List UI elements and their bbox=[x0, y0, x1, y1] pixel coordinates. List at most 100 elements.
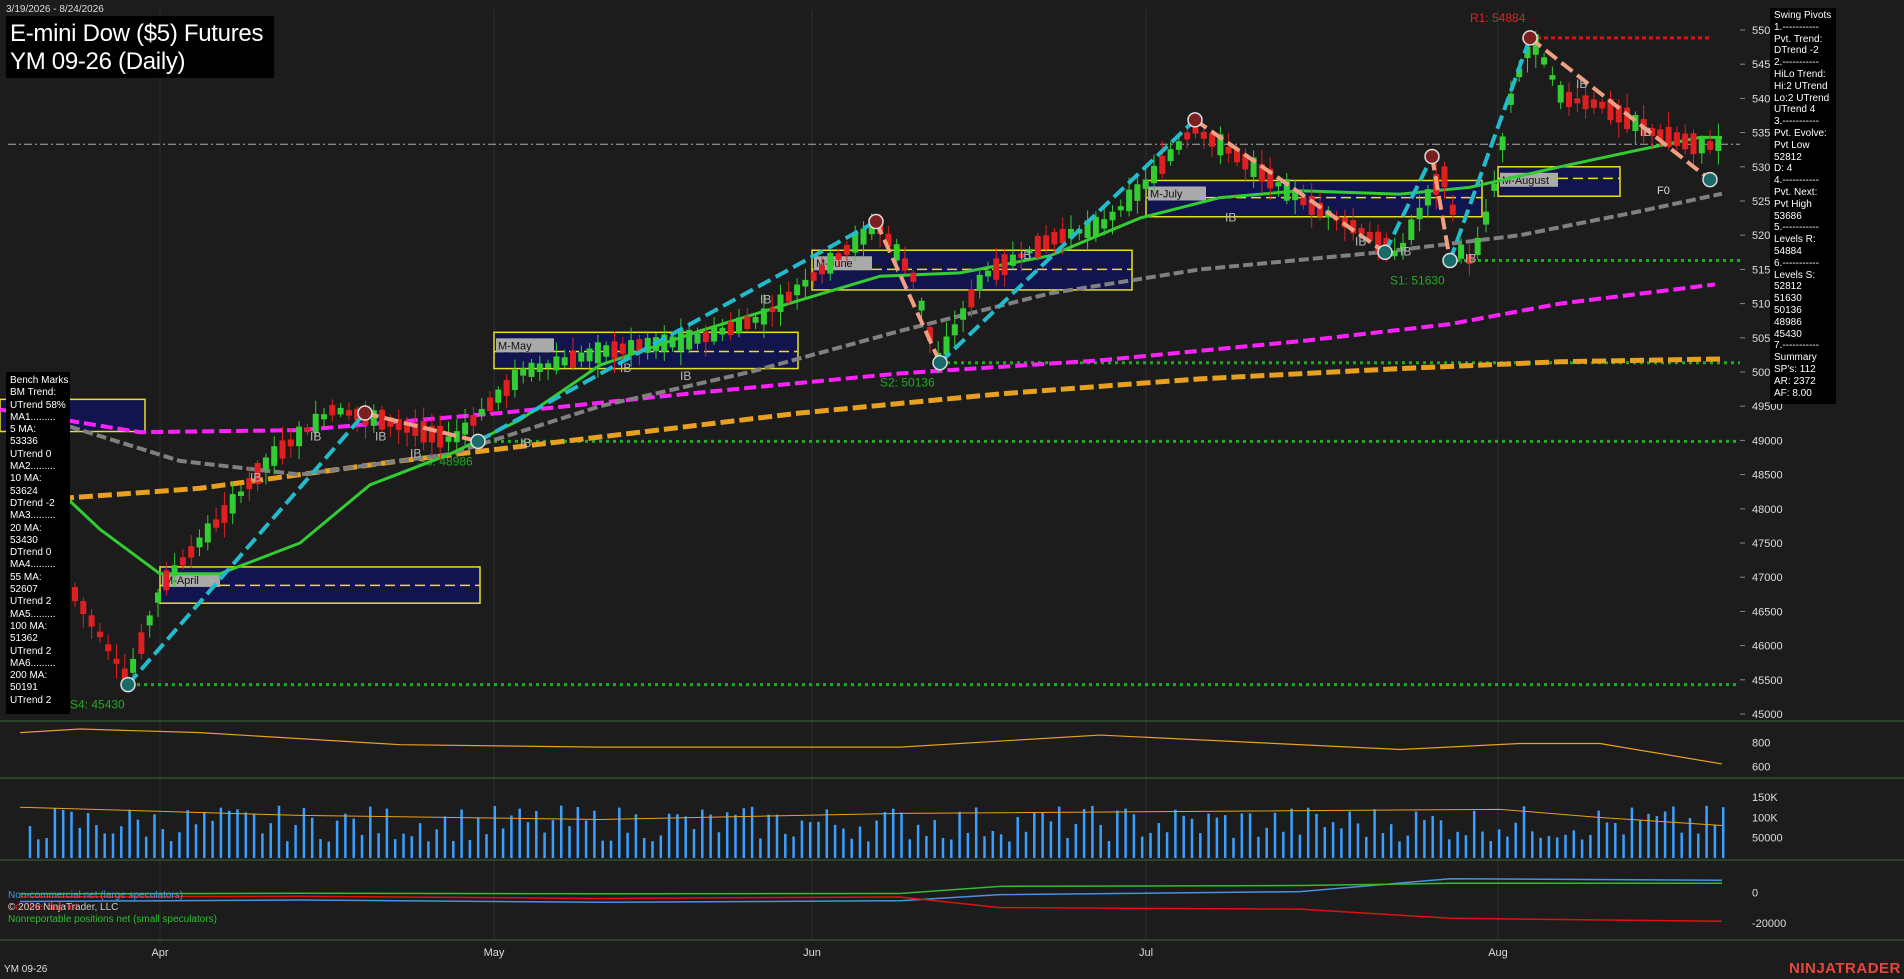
candle-body bbox=[80, 600, 87, 615]
benchmarks-panel: Bench Marks BM Trend: UTrend 58% MA1.......… bbox=[6, 372, 70, 714]
candle-body bbox=[628, 340, 635, 356]
candle-body bbox=[1483, 211, 1489, 225]
candle-body bbox=[146, 615, 153, 626]
candle-body bbox=[213, 519, 220, 528]
candle-body bbox=[337, 407, 344, 415]
candle-body bbox=[1715, 138, 1722, 151]
candle-body bbox=[1308, 195, 1315, 216]
benchmark-line: 5 MA: bbox=[10, 424, 37, 436]
fib-label: F0 bbox=[1657, 185, 1670, 197]
candle-body bbox=[794, 284, 801, 296]
swing-low-marker bbox=[470, 433, 486, 450]
cot-tick-label: -20000 bbox=[1752, 918, 1786, 930]
candle-body bbox=[1275, 182, 1282, 187]
date-range: 3/19/2026 - 8/24/2026 bbox=[6, 4, 104, 15]
pivot-line: SP's: 112 bbox=[1774, 363, 1816, 375]
pivot-line: Hi:2 UTrend bbox=[1774, 80, 1828, 92]
month-label: Jun bbox=[803, 947, 821, 959]
candle-body bbox=[1499, 136, 1506, 151]
swing-low-marker bbox=[932, 354, 948, 371]
candle-body bbox=[918, 300, 925, 311]
candle-body bbox=[578, 352, 585, 362]
benchmark-line: 50191 bbox=[10, 682, 38, 694]
pivot-line: 1.----------- bbox=[1774, 21, 1819, 33]
month-label: M-May bbox=[498, 340, 532, 352]
candle-body bbox=[843, 244, 850, 255]
copyright: © 2026 NinjaTrader, LLC bbox=[8, 902, 119, 913]
ninjatrader-logo: NINJATRADER bbox=[1789, 960, 1901, 977]
candle-body bbox=[1574, 98, 1581, 104]
candle-body bbox=[570, 350, 576, 368]
candle-body bbox=[1009, 254, 1016, 266]
candle-body bbox=[271, 446, 278, 466]
pivot-line: 6.----------- bbox=[1774, 257, 1819, 269]
month-label: Apr bbox=[151, 947, 168, 959]
pivot-line: Levels S: bbox=[1774, 269, 1816, 281]
candle-body bbox=[1192, 127, 1199, 134]
pivot-line: 53686 bbox=[1774, 210, 1802, 222]
candle-body bbox=[1358, 227, 1365, 235]
volume-tick-label: 150K bbox=[1752, 792, 1778, 804]
candle-body bbox=[1441, 166, 1448, 188]
price-tick-label: 45000 bbox=[1752, 709, 1783, 721]
candle-body bbox=[603, 345, 610, 357]
benchmark-line: MA4......... bbox=[10, 559, 56, 571]
benchmark-line: MA3......... bbox=[10, 510, 56, 522]
ib-marker: IB bbox=[1640, 125, 1651, 139]
price-tick-label: 49000 bbox=[1752, 435, 1783, 447]
candle-body bbox=[1408, 219, 1415, 240]
pivot-line: 51630 bbox=[1774, 293, 1802, 305]
candle-body bbox=[752, 316, 759, 323]
candle-body bbox=[1416, 207, 1423, 220]
candle-body bbox=[760, 308, 767, 325]
candle-body bbox=[1092, 216, 1099, 237]
benchmark-line: UTrend 2 bbox=[10, 645, 52, 657]
candle-body bbox=[1590, 99, 1597, 108]
volume-tick-label: 100K bbox=[1752, 812, 1778, 824]
candle-body bbox=[511, 369, 518, 391]
candle-body bbox=[1175, 141, 1182, 150]
candle-body bbox=[262, 457, 269, 470]
candle-body bbox=[902, 258, 908, 271]
candle-body bbox=[993, 258, 1000, 280]
candle-body bbox=[777, 294, 784, 312]
ib-marker: IB bbox=[1225, 211, 1236, 225]
ib-marker: IB bbox=[1020, 248, 1031, 262]
benchmark-line: 53624 bbox=[10, 485, 38, 497]
price-tick-label: 48000 bbox=[1752, 504, 1783, 516]
month-label: May bbox=[484, 947, 505, 959]
ib-marker: IB bbox=[250, 470, 261, 484]
benchmark-line: MA2......... bbox=[10, 461, 56, 473]
candle-body bbox=[702, 331, 709, 343]
swing-high-marker bbox=[357, 405, 373, 421]
candle-body bbox=[478, 408, 485, 416]
candle-body bbox=[238, 491, 244, 497]
candle-body bbox=[985, 270, 991, 277]
candle-body bbox=[1225, 146, 1232, 154]
candle-body bbox=[520, 368, 527, 376]
price-tick-label: 46500 bbox=[1752, 606, 1783, 618]
candle-body bbox=[503, 380, 510, 396]
footer-symbol: YM 09-26 bbox=[4, 964, 48, 975]
pivot-line: 3.----------- bbox=[1774, 116, 1819, 128]
swing-high-marker bbox=[868, 213, 884, 230]
atr-tick-label: 600 bbox=[1752, 761, 1770, 773]
candle-body bbox=[819, 265, 825, 275]
benchmark-line: UTrend 0 bbox=[10, 448, 52, 460]
pivot-line: AF: 8.00 bbox=[1774, 387, 1812, 399]
candle-body bbox=[1001, 254, 1008, 276]
candle-body bbox=[437, 425, 444, 448]
candle-body bbox=[1541, 57, 1548, 65]
benchmark-line: MA1......... bbox=[10, 411, 56, 423]
atr-tick-label: 800 bbox=[1752, 737, 1770, 749]
pivot-line: 54884 bbox=[1774, 245, 1802, 257]
candle-body bbox=[1424, 189, 1431, 206]
candle-body bbox=[727, 321, 734, 336]
pivot-line: 52812 bbox=[1774, 281, 1802, 293]
month-label: M-August bbox=[1502, 175, 1549, 187]
candle-body bbox=[835, 253, 842, 260]
volume-tick-label: 50000 bbox=[1752, 833, 1783, 845]
price-tick-label: 48500 bbox=[1752, 470, 1783, 482]
candle-body bbox=[536, 363, 543, 372]
ib-marker: IB bbox=[620, 361, 631, 375]
